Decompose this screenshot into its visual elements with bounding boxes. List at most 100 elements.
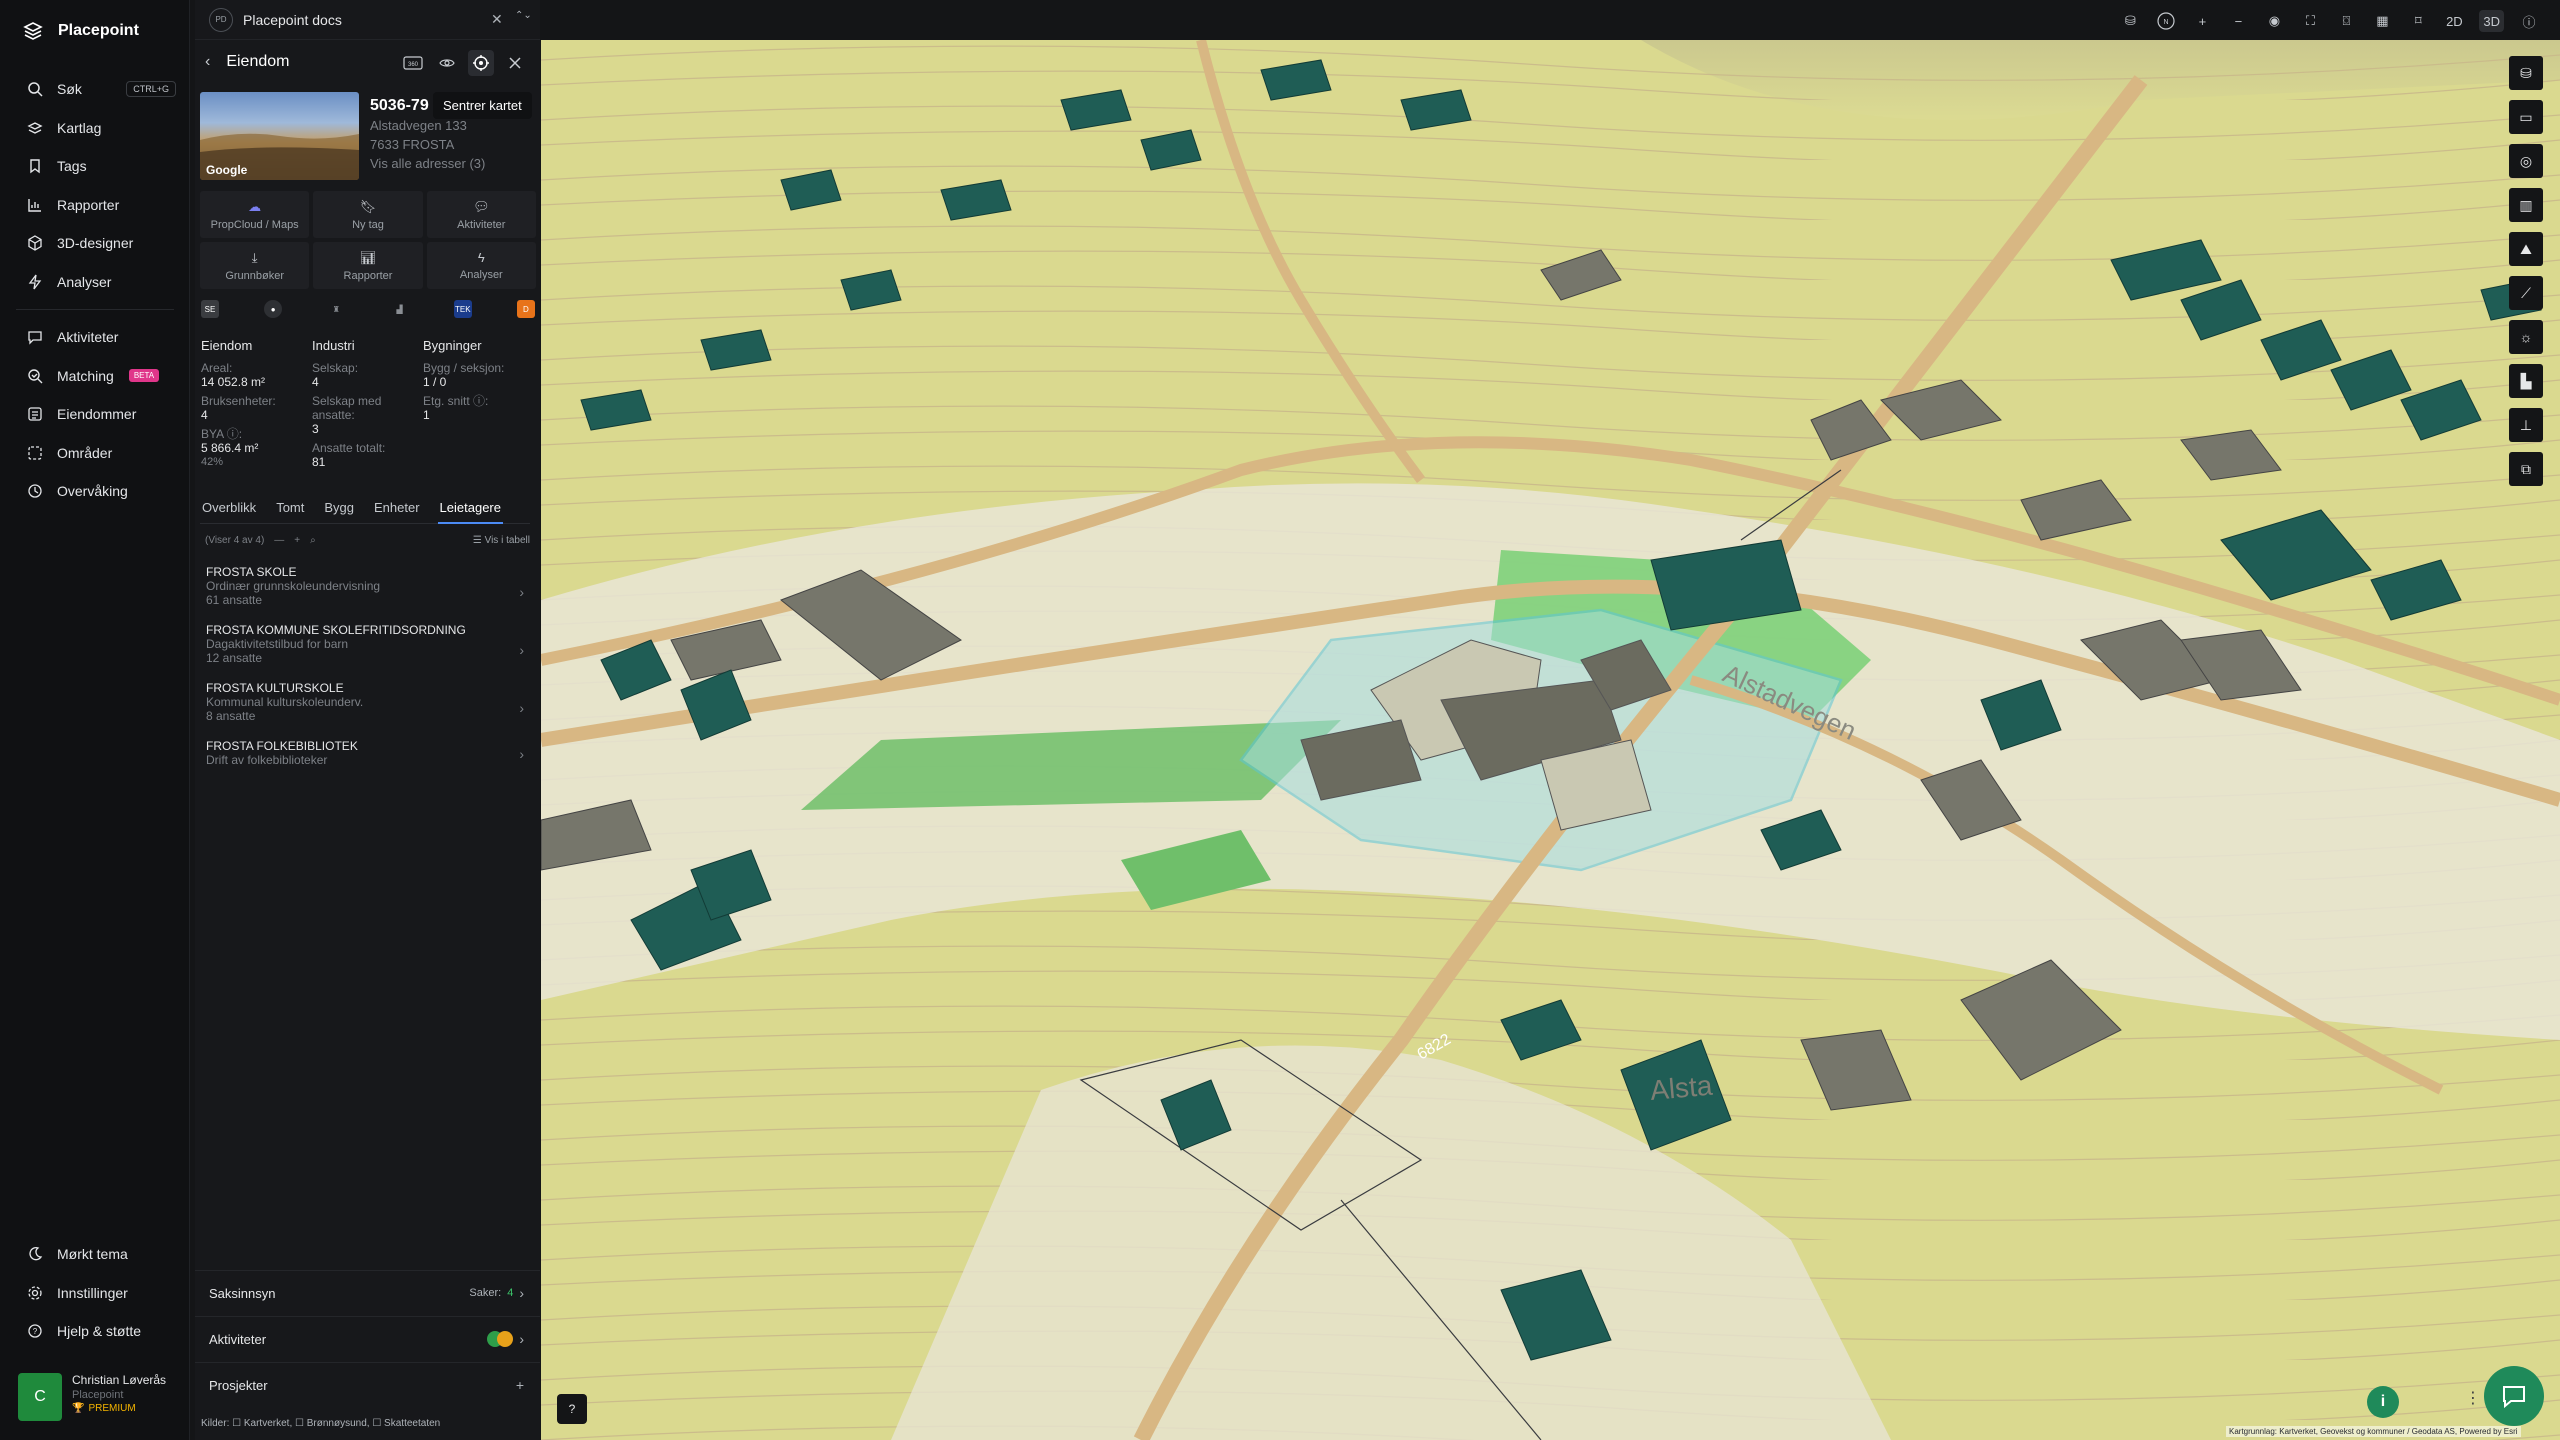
profile-tool-icon[interactable]: ⟋ (2509, 276, 2543, 310)
main-navigation: Placepoint Søk CTRL+G Kartlag Tags Rappor… (0, 0, 190, 1440)
nav-label: Analyser (57, 273, 112, 290)
chart-tool-icon[interactable]: ▥ (2509, 188, 2543, 222)
nav-item-3d-designer[interactable]: 3D-designer (0, 224, 190, 263)
activities-button[interactable]: 💬︎ Aktiviteter (426, 191, 536, 238)
grid-icon[interactable]: ▦ (2371, 10, 2393, 32)
se-logo-icon[interactable]: SE (201, 300, 219, 318)
view-3d-button[interactable]: 3D (2479, 10, 2504, 32)
sun-tool-icon[interactable]: ☼ (2509, 320, 2543, 354)
camera-icon[interactable]: ⌼ (2335, 10, 2357, 32)
section-aktiviteter[interactable]: Aktiviteter › (195, 1316, 540, 1362)
list-item[interactable]: FROSTA SKOLE Ordinær grunnskoleundervisn… (195, 566, 540, 624)
list-item[interactable]: FROSTA KULTURSKOLE Kommunal kulturskoleu… (195, 682, 540, 740)
chat-support-button[interactable] (2484, 1366, 2544, 1426)
nav-item-overvaking[interactable]: Overvåking (0, 472, 190, 511)
analyses-button[interactable]: ϟ Analyser (426, 242, 536, 289)
map-3d-view[interactable]: Alstadvegen Alsta 6822 (541, 40, 2560, 1440)
reports-button[interactable]: 📊︎ Rapporter (313, 242, 423, 289)
tab-leietagere[interactable]: Leietagere (437, 500, 503, 524)
nav-item-help[interactable]: ? Hjelp & støtte (0, 1312, 190, 1351)
view-table-button[interactable]: ☰ Vis i tabell (473, 535, 530, 546)
add-icon[interactable]: + (294, 535, 300, 546)
nav-item-settings[interactable]: Innstillinger (0, 1274, 190, 1313)
nav-item-aktiviteter[interactable]: Aktiviteter (0, 318, 190, 357)
map-toolbar: ⛁ N + − ◉ ⛶ ⌼ ▦ ⌑ 2D 3D ⓘ (541, 0, 2560, 40)
nav-item-analyser[interactable]: Analyser (0, 263, 190, 302)
view-2d-button[interactable]: 2D (2443, 10, 2465, 32)
collapse-icon[interactable]: — (274, 535, 284, 546)
tab-tomt[interactable]: Tomt (274, 500, 306, 524)
list-item[interactable]: FROSTA FOLKEBIBLIOTEK Drift av folkebibl… (195, 740, 540, 798)
nav-item-omrader[interactable]: Områder (0, 434, 190, 473)
measure-tool-icon[interactable]: ▭ (2509, 100, 2543, 134)
back-chevron-icon[interactable]: ‹ (205, 53, 210, 71)
nav-item-kartlag[interactable]: Kartlag (0, 109, 190, 148)
nav-item-tags[interactable]: Tags (0, 147, 190, 186)
nav-item-search[interactable]: Søk CTRL+G (0, 70, 190, 109)
castle-logo-icon[interactable]: ♜ (327, 300, 345, 318)
section-saksinnsyn[interactable]: Saksinnsyn Saker: 4 › (195, 1270, 540, 1316)
docs-title[interactable]: Placepoint docs (243, 12, 342, 28)
grunnboker-button[interactable]: ⤓ Grunnbøker (200, 242, 310, 289)
tab-overblikk[interactable]: Overblikk (200, 500, 258, 524)
info-button[interactable]: i (2367, 1386, 2399, 1418)
view-table-label: Vis i tabell (484, 534, 530, 546)
bookmark-icon: 🔖︎ (359, 198, 377, 214)
tab-bygg[interactable]: Bygg (322, 500, 356, 524)
close-docs-icon[interactable]: ✕ (491, 11, 503, 28)
collapsible-sections: Saksinnsyn Saker: 4 › Aktiviteter › Prosje… (195, 1270, 540, 1408)
bookmark-icon[interactable]: ⌑ (2407, 10, 2429, 32)
user-profile[interactable]: C Christian Løverås Placepoint 🏆 PREMIUM (18, 1373, 178, 1425)
tek-logo-icon[interactable]: TEK (453, 300, 472, 318)
map-help-button[interactable]: ? (557, 1394, 587, 1424)
add-icon[interactable]: + (516, 1377, 524, 1393)
brand[interactable]: Placepoint (22, 20, 139, 42)
all-addresses-link[interactable]: Vis alle adresser (3) (370, 154, 530, 173)
stat-value: 81 (312, 455, 326, 469)
fullscreen-icon[interactable]: ⛶ (2299, 10, 2321, 32)
nav-divider (16, 309, 174, 310)
building-tool-icon[interactable]: ▙ (2509, 364, 2543, 398)
nav-item-matching[interactable]: Matching BETA (0, 357, 190, 396)
center-map-icon[interactable] (468, 50, 494, 76)
map-attribution: Kartgrunnlag: Kartverket, Geovekst og ko… (2226, 1426, 2521, 1437)
globe-logo-icon[interactable]: ● (264, 300, 283, 318)
drag-handle-icon[interactable]: ⋮⋮ (2465, 1388, 2497, 1412)
nav-label: Innstillinger (57, 1284, 128, 1301)
beta-badge: BETA (128, 369, 160, 383)
zoom-out-icon[interactable]: − (2227, 10, 2249, 32)
section-prosjekter[interactable]: Prosjekter + (195, 1362, 540, 1408)
search-icon[interactable]: ⌕ (310, 535, 316, 546)
list-item[interactable]: FROSTA KOMMUNE SKOLEFRITIDSORDNING Dagak… (195, 624, 540, 682)
sources-footer: Kilder: ☐ Kartverket, ☐ Brønnøysund, ☐ S… (201, 1418, 441, 1429)
expand-chevron-icon[interactable]: ⌃⌄ (515, 10, 532, 21)
street-view-image[interactable]: Google (200, 92, 359, 180)
map-side-tools: ⛁ ▭ ◎ ▥ ⛰ ⟋ ☼ ▙ ⊥ ⧉ (2509, 56, 2545, 486)
nav-item-eiendommer[interactable]: Eiendommer (0, 395, 190, 434)
tenant-desc: Dagaktivitetstilbud for barn (206, 637, 349, 651)
zoom-in-icon[interactable]: + (2191, 10, 2213, 32)
layers-toggle-icon[interactable]: ⛁ (2119, 10, 2141, 32)
elevation-tool-icon[interactable]: ⛰ (2509, 232, 2543, 266)
eye-icon[interactable]: ◉ (2263, 10, 2285, 32)
info-circle-icon[interactable]: ⓘ (2518, 10, 2540, 32)
layers-tool-icon[interactable]: ⛁ (2509, 56, 2543, 90)
new-tag-button[interactable]: 🔖︎ Ny tag (313, 191, 423, 238)
nav-label: Matching (57, 367, 114, 384)
map-canvas[interactable]: Alstadvegen Alsta 6822 (541, 40, 2560, 1440)
slice-tool-icon[interactable]: ⊥ (2509, 408, 2543, 442)
chart-icon: 📊︎ (359, 249, 377, 265)
nav-item-dark-theme[interactable]: Mørkt tema (0, 1235, 190, 1274)
bars-logo-icon[interactable]: ▟ (391, 300, 409, 318)
action-label: Analyser (459, 269, 503, 281)
propcloud-button[interactable]: ☁ PropCloud / Maps (200, 191, 310, 238)
sight-tool-icon[interactable]: ◎ (2509, 144, 2543, 178)
eye-icon[interactable] (434, 50, 460, 76)
street-view-360-icon[interactable]: 360 (400, 50, 426, 76)
compass-icon[interactable]: N (2155, 10, 2177, 32)
close-icon[interactable] (502, 50, 528, 76)
nav-item-rapporter[interactable]: Rapporter (0, 186, 190, 225)
tab-enheter[interactable]: Enheter (372, 500, 422, 524)
export-tool-icon[interactable]: ⧉ (2509, 452, 2543, 486)
d-logo-icon[interactable]: D (516, 300, 535, 318)
